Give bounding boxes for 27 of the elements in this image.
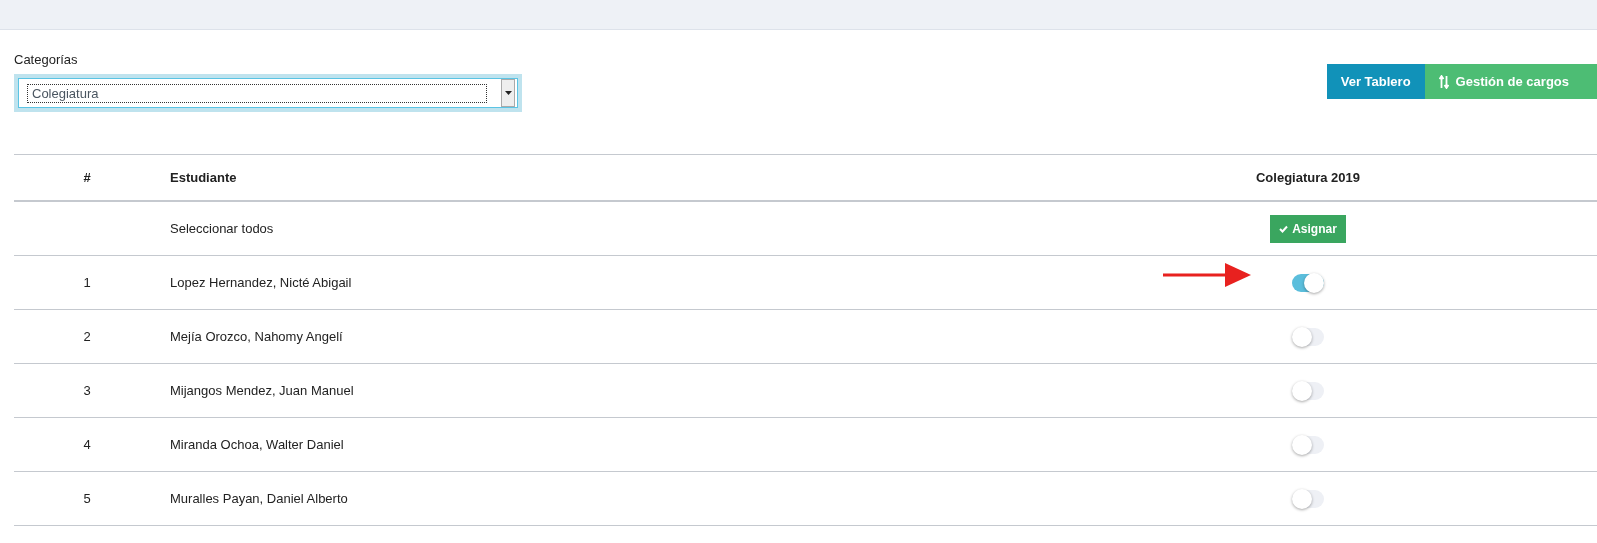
toggle-switch[interactable] bbox=[1292, 489, 1324, 508]
student-name: Lopez Hernandez, Nicté Abigail bbox=[170, 275, 352, 290]
row-number: 5 bbox=[83, 491, 91, 506]
view-board-button[interactable]: Ver Tablero bbox=[1326, 64, 1425, 99]
caret-icon[interactable] bbox=[501, 79, 515, 107]
student-header: Estudiante bbox=[170, 170, 237, 185]
student-name: Muralles Payan, Daniel Alberto bbox=[170, 491, 348, 506]
sort-icon bbox=[1438, 74, 1449, 89]
check-icon bbox=[1279, 224, 1289, 233]
number-header: # bbox=[83, 170, 91, 185]
student-name: Mijangos Mendez, Juan Manuel bbox=[170, 383, 354, 398]
toggle-switch[interactable] bbox=[1292, 327, 1324, 346]
row-number: 2 bbox=[83, 329, 91, 344]
student-name: Mejía Orozco, Nahomy Angelí bbox=[170, 329, 343, 344]
category-select[interactable]: Colegiatura bbox=[14, 74, 522, 112]
charge-header: Colegiatura 2019 bbox=[1255, 170, 1360, 185]
toggle-switch[interactable] bbox=[1292, 435, 1324, 454]
assign-button[interactable]: Asignar bbox=[1270, 214, 1346, 243]
toggle-switch[interactable] bbox=[1292, 381, 1324, 400]
toggle-switch[interactable] bbox=[1292, 273, 1324, 292]
manage-charges-button[interactable]: Gestión de cargos bbox=[1424, 64, 1597, 99]
field-label: Categorías bbox=[14, 52, 79, 67]
row-number: 1 bbox=[83, 275, 91, 290]
student-name: Miranda Ochoa, Walter Daniel bbox=[170, 437, 344, 452]
select-all-label: Seleccionar todos bbox=[170, 221, 274, 236]
row-number: 4 bbox=[83, 437, 91, 452]
row-number: 3 bbox=[83, 383, 91, 398]
